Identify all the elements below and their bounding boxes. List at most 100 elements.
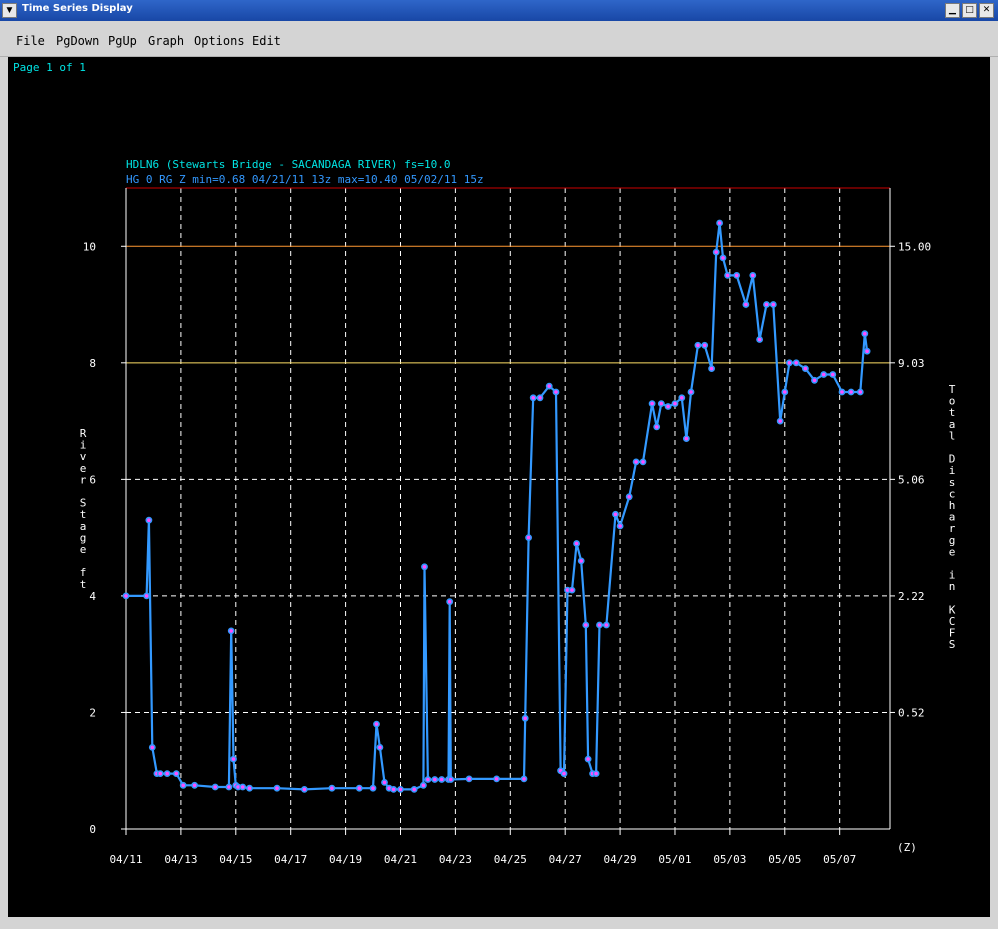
stage-data-point bbox=[648, 400, 656, 407]
chart-subtitle: HG 0 RG Z min=0.68 04/21/11 13z max=10.4… bbox=[126, 173, 484, 186]
menu-pgup[interactable]: PgUp bbox=[108, 34, 137, 48]
menu-file[interactable]: File bbox=[16, 34, 45, 48]
minimize-button[interactable]: ▁ bbox=[945, 3, 960, 18]
x-tick-label: 04/29 bbox=[604, 853, 637, 866]
stage-data-point bbox=[856, 388, 864, 396]
x-tick-label: 05/03 bbox=[713, 853, 746, 866]
stage-data-point bbox=[447, 776, 455, 783]
stage-data-point bbox=[616, 522, 624, 530]
x-tick-label: 04/13 bbox=[164, 853, 197, 866]
x-tick-label: 04/25 bbox=[494, 853, 527, 866]
close-button[interactable]: ✕ bbox=[979, 3, 994, 18]
window-title: Time Series Display bbox=[22, 3, 133, 14]
x-tick-label: 04/15 bbox=[219, 853, 252, 866]
stage-data-point bbox=[584, 755, 592, 763]
maximize-button[interactable]: □ bbox=[962, 3, 977, 18]
menu-edit[interactable]: Edit bbox=[252, 34, 281, 48]
stage-data-point bbox=[552, 388, 560, 396]
plot-area: 04/11 04/13 04/15 04/17 04/19 04/21 04/23 04/25… bbox=[8, 57, 990, 917]
menu-graph[interactable]: Graph bbox=[148, 34, 184, 48]
stage-data-point bbox=[603, 621, 610, 629]
stage-data-point bbox=[373, 720, 380, 728]
stage-data-point bbox=[664, 403, 672, 410]
y2-tick-label: 15.00 bbox=[898, 240, 931, 253]
stage-data-point bbox=[749, 271, 757, 279]
menu-options[interactable]: Options bbox=[194, 34, 245, 48]
stage-data-point bbox=[776, 417, 784, 425]
x-tick-label: 04/21 bbox=[384, 853, 417, 866]
stage-data-point bbox=[712, 248, 720, 256]
close-icon: ✕ bbox=[982, 5, 991, 15]
stage-data-point bbox=[211, 783, 219, 791]
stage-data-point bbox=[829, 371, 837, 378]
stage-data-point bbox=[529, 394, 537, 402]
stage-data-point bbox=[227, 627, 235, 635]
minimize-icon: ▁ bbox=[949, 5, 956, 15]
stage-data-point bbox=[419, 781, 427, 789]
stage-data-point bbox=[724, 271, 731, 279]
stage-data-point bbox=[122, 592, 130, 600]
y-tick-label: 2 bbox=[89, 706, 96, 719]
stage-data-point bbox=[756, 336, 763, 343]
stage-data-point bbox=[671, 400, 679, 407]
menu-bar: File PgDown PgUp Graph Options Edit bbox=[0, 21, 998, 57]
stage-data-point bbox=[191, 781, 198, 789]
x-tick-label: 04/23 bbox=[439, 853, 472, 866]
stage-data-point bbox=[861, 330, 869, 338]
stage-data-point bbox=[625, 493, 633, 501]
stage-data-point bbox=[786, 359, 793, 367]
y-tick-label: 4 bbox=[89, 590, 96, 603]
stage-data-point bbox=[410, 786, 418, 793]
stage-data-point bbox=[719, 254, 727, 262]
stage-data-point bbox=[536, 394, 544, 402]
stage-data-point bbox=[716, 219, 723, 227]
stage-data-point bbox=[431, 776, 439, 783]
stage-data-point bbox=[446, 598, 454, 606]
chevron-down-icon: ▼ bbox=[4, 5, 15, 16]
stage-data-point bbox=[653, 423, 661, 431]
y2-tick-label: 5.06 bbox=[898, 473, 925, 486]
stage-data-point bbox=[225, 783, 233, 791]
stage-data-point bbox=[390, 786, 397, 793]
stage-data-point bbox=[733, 271, 741, 279]
x-tick-label: 04/11 bbox=[109, 853, 142, 866]
stage-data-point bbox=[163, 770, 171, 777]
stage-data-point bbox=[355, 784, 363, 792]
x-tick-label: 04/27 bbox=[549, 853, 582, 866]
stage-data-point bbox=[701, 341, 709, 349]
stage-data-point bbox=[397, 786, 404, 793]
window-bottom-border bbox=[0, 917, 998, 929]
stage-data-point bbox=[421, 563, 428, 571]
window-menu-button[interactable]: ▼ bbox=[2, 3, 17, 18]
stage-data-point bbox=[763, 301, 770, 308]
stage-data-point bbox=[820, 371, 828, 378]
stage-data-point bbox=[781, 388, 789, 396]
stage-data-point bbox=[863, 347, 871, 355]
stage-data-point bbox=[708, 365, 715, 372]
stage-data-point bbox=[694, 341, 702, 349]
x-tick-label: 05/05 bbox=[768, 853, 801, 866]
y-tick-label: 6 bbox=[89, 473, 96, 486]
x-tick-label: 05/01 bbox=[658, 853, 691, 866]
y-tick-label: 0 bbox=[89, 823, 96, 836]
page-label: Page 1 of 1 bbox=[13, 61, 86, 74]
stage-data-point bbox=[438, 776, 446, 783]
stage-data-point bbox=[847, 388, 855, 396]
stage-data-point bbox=[639, 458, 647, 466]
y2-tick-label: 9.03 bbox=[898, 357, 925, 370]
stage-data-point bbox=[273, 784, 281, 792]
menu-pgdown[interactable]: PgDown bbox=[56, 34, 99, 48]
stage-data-point bbox=[632, 458, 640, 466]
chart-title: HDLN6 (Stewarts Bridge - SACANDAGA RIVER… bbox=[126, 158, 451, 171]
stage-data-point bbox=[678, 394, 686, 402]
stage-data-point bbox=[239, 783, 247, 791]
stage-data-point bbox=[742, 301, 750, 308]
stage-data-point bbox=[582, 621, 590, 629]
stage-data-point bbox=[465, 775, 473, 783]
stage-data-point bbox=[230, 755, 237, 763]
stage-data-point bbox=[577, 557, 585, 565]
stage-data-point bbox=[545, 382, 553, 390]
stage-data-point bbox=[520, 775, 528, 783]
stage-data-point bbox=[525, 534, 532, 541]
stage-data-point bbox=[328, 784, 336, 792]
